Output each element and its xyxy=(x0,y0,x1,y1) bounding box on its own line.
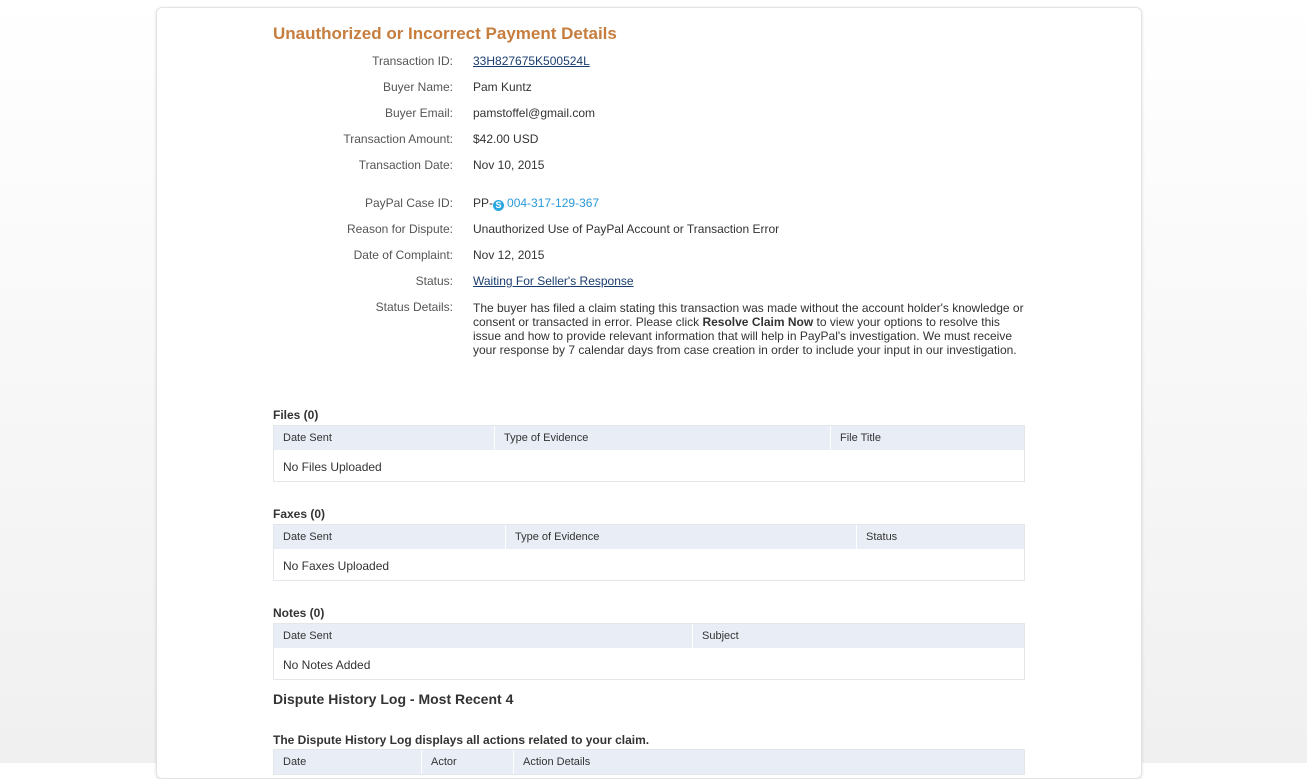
faxes-col-date-sent: Date Sent xyxy=(274,525,506,549)
case-id-label: PayPal Case ID: xyxy=(364,196,453,210)
skype-icon[interactable]: S xyxy=(493,200,505,211)
reason-value: Unauthorized Use of PayPal Account or Tr… xyxy=(473,222,780,236)
history-title: Dispute History Log - Most Recent 4 xyxy=(273,691,514,707)
resolve-claim-now-text: Resolve Claim Now xyxy=(702,315,814,329)
transaction-amount-row: Transaction Amount: $42.00 USD xyxy=(273,132,1025,148)
reason-row: Reason for Dispute: Unauthorized Use of … xyxy=(273,222,1025,238)
case-id-number-link[interactable]: 004-317-129-367 xyxy=(507,196,599,210)
reason-label: Reason for Dispute: xyxy=(346,222,453,236)
history-col-action-details: Action Details xyxy=(523,756,591,768)
files-col-title: File Title xyxy=(840,432,881,444)
files-table: Date Sent Type of Evidence File Title No… xyxy=(273,425,1025,482)
status-row: Status: Waiting For Seller's Response xyxy=(273,274,1025,290)
page-title: Unauthorized or Incorrect Payment Detail… xyxy=(273,24,617,43)
complaint-date-label: Date of Complaint: xyxy=(353,248,453,262)
buyer-name-value: Pam Kuntz xyxy=(473,80,532,94)
notes-title: Notes (0) xyxy=(273,606,325,620)
complaint-date-row: Date of Complaint: Nov 12, 2015 xyxy=(273,248,1025,264)
content-card: Unauthorized or Incorrect Payment Detail… xyxy=(156,7,1142,779)
notes-col-subject: Subject xyxy=(702,630,739,642)
faxes-col-status: Status xyxy=(866,531,898,543)
complaint-date-value: Nov 12, 2015 xyxy=(473,248,545,262)
notes-table: Date Sent Subject No Notes Added xyxy=(273,623,1025,680)
transaction-amount-value: $42.00 USD xyxy=(473,132,539,146)
history-col-date: Date xyxy=(274,750,422,774)
faxes-title: Faxes (0) xyxy=(273,507,326,521)
status-label: Status: xyxy=(415,274,453,288)
faxes-table: Date Sent Type of Evidence Status No Fax… xyxy=(273,524,1025,581)
files-empty-message: No Files Uploaded xyxy=(283,460,382,474)
buyer-email-row: Buyer Email: pamstoffel@gmail.com xyxy=(273,106,1025,122)
transaction-id-link[interactable]: 33H827675K500524L xyxy=(473,54,590,68)
faxes-empty-message: No Faxes Uploaded xyxy=(283,559,390,573)
files-table-header: Date Sent Type of Evidence File Title xyxy=(274,426,1024,450)
transaction-id-row: Transaction ID: 33H827675K500524L xyxy=(273,54,1025,70)
notes-table-header: Date Sent Subject xyxy=(274,624,1024,648)
files-col-type: Type of Evidence xyxy=(495,426,831,450)
case-id-row: PayPal Case ID: PP- S 004-317-129-367 xyxy=(273,196,1025,212)
transaction-date-value: Nov 10, 2015 xyxy=(473,158,545,172)
transaction-date-label: Transaction Date: xyxy=(358,158,453,172)
notes-col-date-sent: Date Sent xyxy=(274,624,693,648)
buyer-name-label: Buyer Name: xyxy=(382,80,453,94)
history-table-header: Date Actor Action Details xyxy=(273,749,1025,775)
notes-empty-message: No Notes Added xyxy=(283,658,371,672)
files-title: Files (0) xyxy=(273,408,319,422)
transaction-date-row: Transaction Date: Nov 10, 2015 xyxy=(273,158,1025,174)
buyer-email-label: Buyer Email: xyxy=(384,106,453,120)
history-subtitle: The Dispute History Log displays all act… xyxy=(273,733,650,747)
buyer-name-row: Buyer Name: Pam Kuntz xyxy=(273,80,1025,96)
buyer-email-value: pamstoffel@gmail.com xyxy=(473,106,596,120)
case-id-value: PP- S 004-317-129-367 xyxy=(473,196,599,211)
faxes-table-header: Date Sent Type of Evidence Status xyxy=(274,525,1024,549)
case-id-prefix: PP- xyxy=(473,196,494,210)
status-details-text: The buyer has filed a claim stating this… xyxy=(473,301,1025,357)
transaction-amount-label: Transaction Amount: xyxy=(343,132,453,146)
history-col-actor: Actor xyxy=(422,750,514,774)
transaction-id-label: Transaction ID: xyxy=(372,54,453,68)
status-link[interactable]: Waiting For Seller's Response xyxy=(473,274,634,288)
faxes-col-type: Type of Evidence xyxy=(506,525,857,549)
files-col-date-sent: Date Sent xyxy=(274,426,495,450)
status-details-label: Status Details: xyxy=(375,300,453,314)
